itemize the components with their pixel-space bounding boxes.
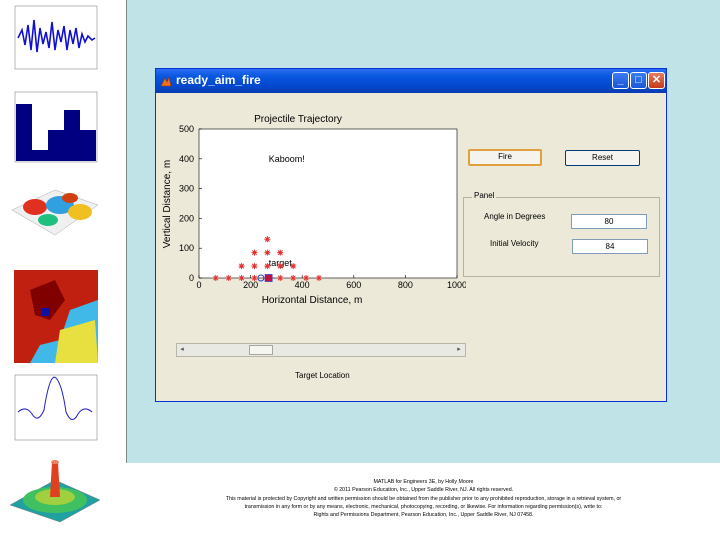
trajectory-chart: Projectile Trajectory 0 200 400 600 800 1000 0…: [162, 114, 466, 306]
x-tick-label: 0: [196, 280, 201, 290]
slider-right-arrow-icon[interactable]: ▸: [455, 345, 463, 355]
x-tick-label: 1000: [447, 280, 466, 290]
caption-line-4: transmission in any form or by any means…: [244, 503, 603, 510]
y-tick-label: 0: [189, 273, 194, 283]
x-tick-label: 200: [243, 280, 258, 290]
trajectory-point: [251, 275, 258, 281]
trajectory-point: [225, 275, 232, 281]
trajectory-point: [212, 275, 219, 281]
window-body: Projectile Trajectory 0 200 400 600 800 1000 0…: [156, 93, 666, 401]
velocity-input[interactable]: 84: [572, 239, 648, 254]
maximize-icon: □: [635, 74, 642, 86]
y-tick-label: 100: [179, 243, 194, 253]
trajectory-point: [277, 263, 284, 270]
trajectory-point: [251, 249, 258, 256]
x-tick-label: 800: [398, 280, 413, 290]
minimize-button[interactable]: _: [612, 72, 629, 89]
signal-thumbnail: [14, 5, 98, 70]
close-button[interactable]: ✕: [648, 72, 665, 89]
target-point: [264, 274, 273, 282]
target-location-label: Target Location: [295, 371, 350, 380]
surface-thumbnail: [11, 189, 99, 236]
histogram-thumbnail: [14, 91, 98, 163]
angle-label: Angle in Degrees: [484, 212, 546, 221]
trajectory-point: [277, 249, 284, 256]
caption-line-1: MATLAB for Engineers 3E, by Holly Moore: [373, 479, 474, 485]
trajectory-point: [264, 236, 271, 243]
x-axis-label: Horizontal Distance, m: [262, 295, 363, 306]
slider-thumb[interactable]: [249, 345, 273, 355]
maximize-button[interactable]: □: [630, 72, 647, 89]
caption-line-3: This material is protected by Copyright …: [225, 495, 622, 502]
trajectory-point: [264, 263, 271, 270]
x-tick-label: 600: [346, 280, 361, 290]
fire-button[interactable]: Fire: [468, 149, 542, 166]
caption-line-2: © 2011 Pearson Education, Inc., Upper Sa…: [333, 487, 514, 494]
caption-line-5: Rights and Permissions Department, Pears…: [313, 512, 534, 519]
minimize-icon: _: [617, 74, 624, 86]
trajectory-point: [238, 275, 245, 281]
y-tick-label: 200: [179, 213, 194, 223]
title-bar[interactable]: ready_aim_fire _ □ ✕: [156, 69, 666, 93]
sombrero-thumbnail: [9, 460, 101, 523]
trajectory-point: [290, 275, 297, 281]
y-axis-label: Vertical Distance, m: [162, 160, 173, 248]
reset-button[interactable]: Reset: [565, 150, 640, 166]
copyright-caption: MATLAB for Engineers 3E, by Holly Moore …: [127, 478, 720, 519]
target-location-slider[interactable]: ◂ ▸: [176, 343, 466, 357]
matlab-icon: [160, 74, 172, 87]
fractal-thumbnail: [14, 270, 98, 363]
y-tick-label: 300: [179, 184, 194, 194]
panel-title: Panel: [472, 191, 497, 200]
trajectory-point: [251, 263, 258, 270]
x-tick-label: 400: [295, 280, 310, 290]
trajectory-point: [303, 275, 310, 281]
trajectory-point: [238, 263, 245, 270]
chart-title: Projectile Trajectory: [254, 114, 342, 125]
y-tick-label: 400: [179, 154, 194, 164]
app-window: ready_aim_fire _ □ ✕ Projectile Trajecto…: [155, 68, 667, 402]
trajectory-point: [277, 275, 284, 281]
sinc-thumbnail: [14, 374, 98, 441]
plot-area: [198, 128, 458, 279]
slider-left-arrow-icon[interactable]: ◂: [178, 345, 186, 355]
chart-annotation: Kaboom!: [269, 154, 305, 164]
close-icon: ✕: [651, 74, 662, 86]
panel-group: [463, 197, 660, 277]
trajectory-point: [315, 275, 322, 281]
y-tick-label: 500: [179, 124, 194, 134]
thumbnail-column: [0, 0, 110, 540]
thumbnail-plots-image: [9, 5, 101, 523]
velocity-label: Initial Velocity: [490, 239, 539, 248]
trajectory-point: [290, 263, 297, 270]
angle-input[interactable]: 80: [571, 214, 647, 229]
trajectory-point: [264, 249, 271, 256]
window-title: ready_aim_fire: [176, 73, 261, 87]
